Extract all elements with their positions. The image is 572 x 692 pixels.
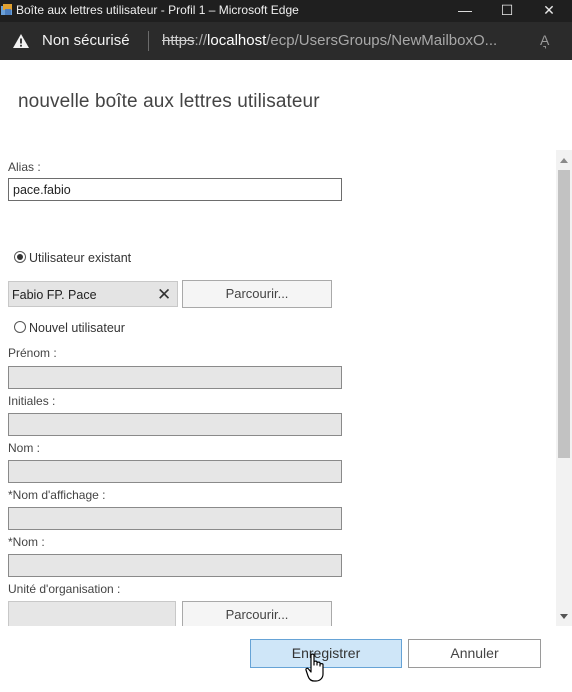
new-user-label: Nouvel utilisateur (29, 321, 125, 335)
ou-input[interactable] (8, 601, 176, 626)
name-label: *Nom : (8, 535, 45, 549)
new-user-radio[interactable]: Nouvel utilisateur (14, 321, 125, 335)
hand-pointer-icon (305, 653, 324, 682)
page-title: nouvelle boîte aux lettres utilisateur (18, 91, 320, 112)
address-bar[interactable]: Non sécurisé https://localhost/ecp/Users… (0, 22, 572, 60)
browse-ou-button[interactable]: Parcourir... (182, 601, 332, 626)
existing-user-radio[interactable]: Utilisateur existant (14, 251, 131, 265)
alias-label: Alias : (8, 160, 41, 174)
warning-triangle-icon (13, 34, 29, 48)
last-name-input[interactable] (8, 460, 342, 483)
url-path: /ecp/UsersGroups/NewMailboxO... (266, 32, 498, 49)
address-divider (148, 31, 149, 51)
scroll-down-icon[interactable] (560, 614, 568, 619)
selected-user-field: Fabio FP. Pace ✕ (8, 281, 178, 307)
url-text[interactable]: https://localhost/ecp/UsersGroups/NewMai… (162, 32, 497, 49)
edge-app-icon (1, 4, 12, 15)
maximize-button[interactable]: ☐ (484, 0, 530, 22)
display-name-input[interactable] (8, 507, 342, 530)
window-titlebar: Boîte aux lettres utilisateur - Profil 1… (0, 0, 572, 22)
existing-user-label: Utilisateur existant (29, 251, 132, 265)
initials-input[interactable] (8, 413, 342, 436)
scroll-up-icon[interactable] (560, 158, 568, 163)
first-name-label: Prénom : (8, 346, 57, 360)
form-scroll-area: Alias : pace.fabio Utilisateur existant … (0, 150, 556, 626)
read-aloud-icon[interactable]: A͉ (540, 32, 549, 48)
window-title: Boîte aux lettres utilisateur - Profil 1… (16, 3, 299, 17)
security-status[interactable]: Non sécurisé (42, 32, 130, 49)
name-input[interactable] (8, 554, 342, 577)
last-name-label: Nom : (8, 441, 41, 455)
vertical-scrollbar[interactable] (556, 150, 572, 626)
scroll-thumb[interactable] (558, 170, 570, 458)
remove-user-icon[interactable]: ✕ (157, 285, 171, 305)
initials-label: Initiales : (8, 394, 56, 408)
first-name-input[interactable] (8, 366, 342, 389)
radio-unchecked-icon[interactable] (14, 321, 26, 333)
browse-user-button[interactable]: Parcourir... (182, 280, 332, 308)
ou-label: Unité d'organisation : (8, 582, 121, 596)
cancel-button[interactable]: Annuler (408, 639, 541, 668)
alias-input[interactable]: pace.fabio (8, 178, 342, 201)
minimize-button[interactable]: — (442, 0, 488, 22)
close-button[interactable]: ✕ (526, 0, 572, 22)
url-host: localhost (207, 32, 267, 49)
display-name-label: *Nom d'affichage : (8, 488, 106, 502)
url-separator: :// (194, 32, 208, 49)
url-protocol: https (162, 32, 195, 49)
selected-user-name: Fabio FP. Pace (12, 288, 97, 302)
radio-checked-icon[interactable] (14, 251, 26, 263)
